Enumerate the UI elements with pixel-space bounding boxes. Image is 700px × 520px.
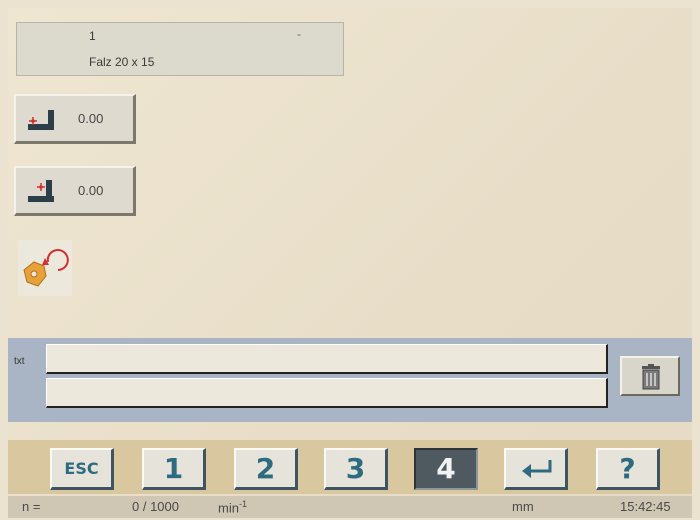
corner-offset-y-button[interactable]: 0.00	[14, 166, 136, 216]
esc-button[interactable]: ESC	[50, 448, 114, 490]
clock: 15:42:45	[620, 499, 671, 514]
job-name: Falz 20 x 15	[89, 55, 155, 69]
speed-label: n =	[22, 499, 41, 514]
speed-unit-exponent: -1	[238, 499, 247, 509]
speed-value: 0 / 1000	[132, 499, 179, 514]
corner-offset-x-value: 0.00	[78, 111, 104, 126]
corner-offset-x-icon	[26, 106, 56, 132]
corner-offset-x-button[interactable]: 0.00	[14, 94, 136, 144]
screen: 1 - Falz 20 x 15 0.00 0.00 txt ESC 1 2 3…	[8, 8, 692, 518]
job-info-panel[interactable]: 1 - Falz 20 x 15	[16, 22, 344, 76]
corner-offset-y-icon	[26, 178, 56, 204]
function-key-bar: ESC 1 2 3 4 ?	[8, 440, 692, 494]
key-3-button[interactable]: 3	[324, 448, 388, 490]
text-line-2-field[interactable]	[46, 378, 608, 408]
key-2-button[interactable]: 2	[234, 448, 298, 490]
job-number: 1	[89, 29, 96, 43]
speed-unit: min-1	[218, 499, 247, 515]
trash-icon	[642, 364, 660, 390]
text-line-1-field[interactable]	[46, 344, 608, 374]
text-label: txt	[14, 356, 25, 367]
key-4-button[interactable]: 4	[414, 448, 478, 490]
corner-offset-y-value: 0.00	[78, 183, 104, 198]
help-button[interactable]: ?	[596, 448, 660, 490]
length-unit: mm	[512, 499, 534, 514]
key-1-button[interactable]: 1	[142, 448, 206, 490]
enter-icon	[522, 460, 552, 478]
speed-unit-base: min	[218, 500, 239, 516]
job-marker: -	[297, 27, 301, 41]
delete-text-button[interactable]	[620, 356, 680, 396]
rotate-workpiece-icon[interactable]	[18, 240, 72, 296]
enter-button[interactable]	[504, 448, 568, 490]
text-input-area: txt	[8, 338, 692, 422]
status-bar: n = 0 / 1000 min-1 mm 15:42:45	[8, 496, 692, 518]
